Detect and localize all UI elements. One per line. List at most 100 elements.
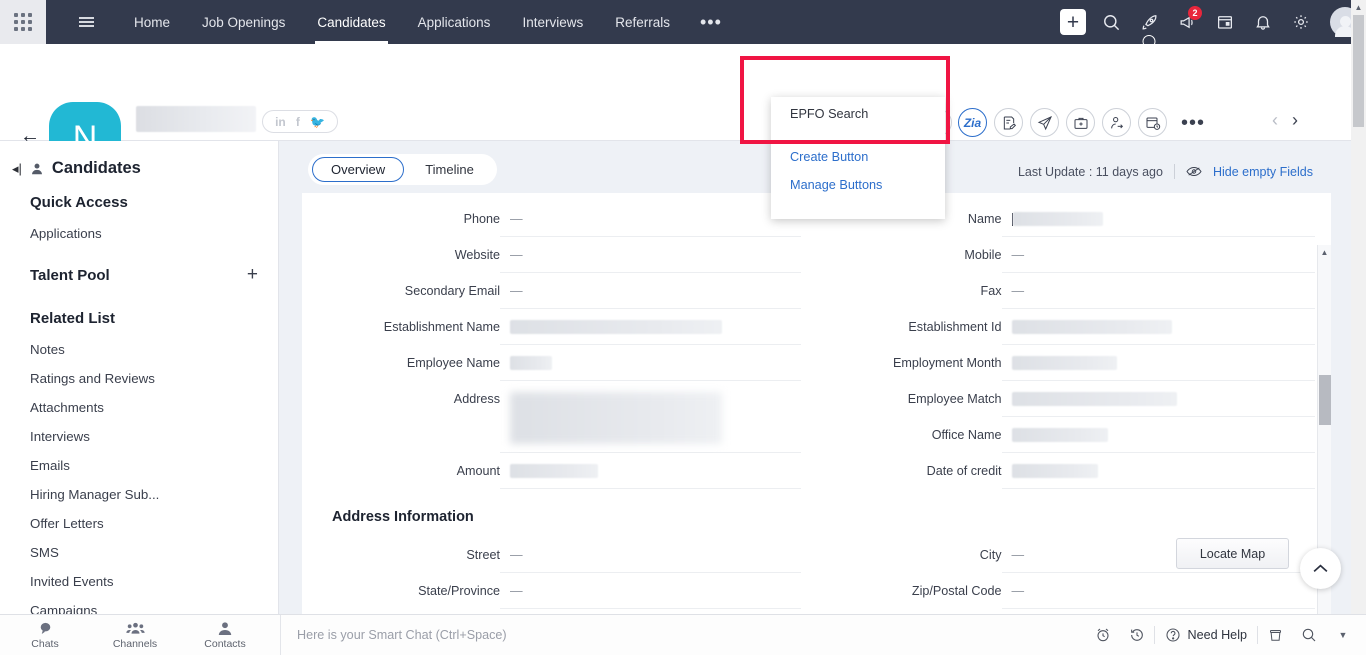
sidebar-item-applications[interactable]: Applications [0,219,278,248]
sidebar-item-campaigns[interactable]: Campaigns [0,596,278,614]
scrollbar-thumb[interactable] [1319,375,1331,425]
scroll-to-top-button[interactable] [1300,548,1341,589]
field-value[interactable] [500,381,801,453]
record-more-icon[interactable]: ••• [1181,113,1205,133]
field-value[interactable]: — [500,201,801,237]
app-launcher-icon[interactable] [0,0,46,44]
field-label: City [979,548,1002,562]
dropdown-item-epfo-search[interactable]: EPFO Search [771,97,945,131]
next-record-button[interactable]: › [1292,110,1298,131]
sidebar-item-notes[interactable]: Notes [0,335,278,364]
tab-timeline[interactable]: Timeline [406,157,493,182]
hamburger-icon[interactable] [66,0,106,44]
field-value[interactable]: — [500,237,801,273]
field-value[interactable]: — [500,537,801,573]
field-row-date-of-credit: Date of credit [817,453,1332,489]
sidebar-item-offer-letters[interactable]: Offer Letters [0,509,278,538]
field-value[interactable] [1001,417,1315,453]
field-value[interactable] [500,309,801,345]
nav-item-applications[interactable]: Applications [402,0,507,44]
field-value[interactable] [1001,201,1315,237]
sidebar-item-emails[interactable]: Emails [0,451,278,480]
bell-icon[interactable] [1246,5,1280,39]
facebook-icon[interactable]: f [296,115,300,129]
zia-icon[interactable]: Zia [958,108,987,137]
twitter-icon[interactable]: 🐦 [310,115,325,129]
locate-map-button[interactable]: Locate Map [1176,538,1289,569]
page-scroll-up-arrow[interactable]: ▲ [1351,0,1366,15]
dropdown-item-manage-buttons[interactable]: Manage Buttons [771,171,945,199]
archive-icon[interactable] [1258,615,1292,655]
briefcase-add-icon[interactable] [1066,108,1095,137]
need-help-button[interactable]: Need Help [1155,627,1257,643]
field-value[interactable]: — [1001,237,1315,273]
nav-item-home[interactable]: Home [118,0,186,44]
bottom-item-label: Chats [31,637,59,650]
field-label: Date of credit [926,464,1002,478]
collapse-sidebar-icon[interactable]: ◂| [12,161,22,177]
note-edit-icon[interactable] [994,108,1023,137]
field-value[interactable] [1001,381,1315,417]
bottom-item-channels[interactable]: Channels [90,621,180,650]
record-pagination: ‹ › [1272,110,1298,131]
megaphone-icon[interactable]: 2 [1170,5,1204,39]
chevron-down-icon[interactable]: ▼ [1326,615,1360,655]
field-value[interactable] [1001,345,1315,381]
top-navigation-bar: Home Job Openings Candidates Application… [0,0,1366,48]
sidebar-module-title[interactable]: ◂| Candidates [0,141,278,178]
bottom-item-chats[interactable]: Chats [0,621,90,650]
nav-item-interviews[interactable]: Interviews [506,0,599,44]
eye-slash-icon[interactable] [1186,165,1202,178]
sidebar-item-interviews[interactable]: Interviews [0,422,278,451]
smart-chat-input[interactable]: Here is your Smart Chat (Ctrl+Space) [281,628,1086,642]
rocket-icon[interactable] [1132,5,1166,48]
sidebar-item-hiring-manager-sub[interactable]: Hiring Manager Sub... [0,480,278,509]
field-value[interactable]: — [500,273,801,309]
field-value[interactable] [500,345,801,381]
top-right-toolbar: + 2 [1056,5,1366,48]
hide-empty-fields-link[interactable]: Hide empty Fields [1213,165,1313,179]
field-value[interactable]: — [1001,273,1315,309]
social-links[interactable]: in f 🐦 [262,110,338,133]
dropdown-item-create-button[interactable]: Create Button [771,143,945,171]
calendar-icon[interactable] [1208,5,1242,39]
field-label: Zip/Postal Code [911,584,1002,598]
linkedin-icon[interactable]: in [275,115,286,129]
add-talent-pool-icon[interactable]: + [247,264,258,286]
add-button[interactable]: + [1056,5,1090,39]
address-left-column: Street — State/Province — Country — [302,529,817,614]
page-scrollbar[interactable]: ▲ [1351,0,1366,614]
prev-record-button[interactable]: ‹ [1272,110,1278,131]
field-value[interactable] [1001,309,1315,345]
scroll-up-arrow[interactable]: ▲ [1318,245,1331,259]
nav-more-icon[interactable]: ••• [686,13,736,31]
left-field-column: Phone — Website — Secondary Email — Esta… [302,193,817,489]
alarm-clock-icon[interactable] [1086,615,1120,655]
bottom-item-contacts[interactable]: Contacts [180,621,270,650]
field-label: Website [454,248,500,262]
user-move-icon[interactable] [1102,108,1131,137]
history-clock-icon[interactable] [1120,615,1154,655]
nav-item-job-openings[interactable]: Job Openings [186,0,301,44]
field-value[interactable] [1001,453,1315,489]
sidebar-item-invited-events[interactable]: Invited Events [0,567,278,596]
nav-item-candidates[interactable]: Candidates [301,0,401,44]
sidebar-item-ratings-and-reviews[interactable]: Ratings and Reviews [0,364,278,393]
user-avatar[interactable] [1322,7,1360,37]
nav-item-referrals[interactable]: Referrals [599,0,686,44]
send-icon[interactable] [1030,108,1059,137]
tab-overview[interactable]: Overview [312,157,405,182]
field-value[interactable] [500,453,801,489]
search-icon[interactable] [1292,615,1326,655]
field-value[interactable]: — [500,573,801,609]
sidebar-item-sms[interactable]: SMS [0,538,278,567]
contacts-icon [218,621,232,635]
field-value[interactable]: — [1001,573,1315,609]
calendar-clock-icon[interactable] [1138,108,1167,137]
redacted-value [1011,356,1117,370]
last-update-text: Last Update : 11 days ago [1017,164,1163,179]
gear-icon[interactable] [1284,5,1318,39]
search-icon[interactable] [1094,5,1128,39]
page-scrollbar-thumb[interactable] [1353,15,1364,127]
sidebar-item-attachments[interactable]: Attachments [0,393,278,422]
